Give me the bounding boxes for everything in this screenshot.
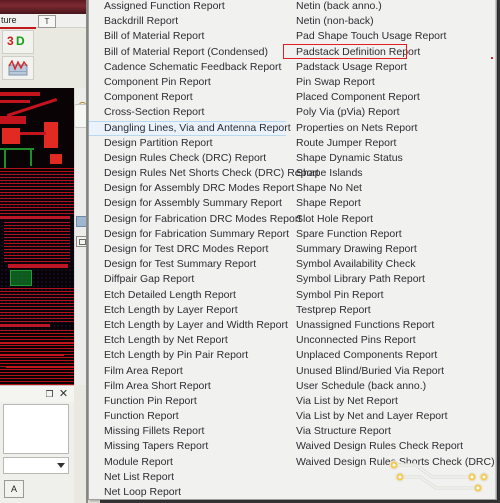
menu-item-properties-on-nets-report[interactable]: Properties on Nets Report <box>286 121 496 136</box>
toolbar-button-3d-view[interactable]: 3D <box>2 30 34 54</box>
waveform-icon <box>8 59 28 76</box>
menu-item-component-report[interactable]: Component Report <box>89 90 286 105</box>
toolbar: 3D <box>0 30 34 82</box>
menu-item-etch-length-by-pin-pair-report[interactable]: Etch Length by Pin Pair Report <box>89 348 286 363</box>
application-background: ture T 3D ❐ ✕ A <box>0 0 100 503</box>
screen: ture T 3D ❐ ✕ A Assigned Function Report… <box>0 0 500 503</box>
menu-item-testprep-report[interactable]: Testprep Report <box>286 303 496 318</box>
menu-item-missing-fillets-report[interactable]: Missing Fillets Report <box>89 424 286 439</box>
menu-item-design-for-assembly-drc-modes-report[interactable]: Design for Assembly DRC Modes Report <box>89 181 294 196</box>
menu-item-symbol-library-path-report[interactable]: Symbol Library Path Report <box>286 272 496 287</box>
menu-item-placed-component-report[interactable]: Placed Component Report <box>286 90 496 105</box>
menu-item-design-for-test-summary-report[interactable]: Design for Test Summary Report <box>89 257 286 272</box>
menu-item-symbol-pin-report[interactable]: Symbol Pin Report <box>286 288 496 303</box>
pcb-design-canvas[interactable] <box>0 88 76 385</box>
menu-item-function-report[interactable]: Function Report <box>89 409 286 424</box>
menu-item-cadence-schematic-feedback-report[interactable]: Cadence Schematic Feedback Report <box>89 60 286 75</box>
menu-item-design-for-test-drc-modes-report[interactable]: Design for Test DRC Modes Report <box>89 242 286 257</box>
menu-item-unconnected-pins-report[interactable]: Unconnected Pins Report <box>286 333 496 348</box>
scroll-marker <box>491 57 493 59</box>
menu-item-cross-section-report[interactable]: Cross-Section Report <box>89 105 286 120</box>
menu-item-via-list-by-net-report[interactable]: Via List by Net Report <box>286 394 496 409</box>
menu-item-spare-function-report[interactable]: Spare Function Report <box>286 227 496 242</box>
menu-item-via-list-by-net-and-layer-report[interactable]: Via List by Net and Layer Report <box>286 409 496 424</box>
menu-item-poly-via-pvia-report[interactable]: Poly Via (pVia) Report <box>286 105 496 120</box>
active-menu-underline <box>0 27 36 29</box>
menu-item-diffpair-gap-report[interactable]: Diffpair Gap Report <box>89 272 286 287</box>
menu-item-unassigned-functions-report[interactable]: Unassigned Functions Report <box>286 318 496 333</box>
command-console-panel: ❐ ✕ A <box>0 385 74 503</box>
menu-item-film-area-short-report[interactable]: Film Area Short Report <box>89 379 286 394</box>
menu-item-unused-blind-buried-via-report[interactable]: Unused Blind/Buried Via Report <box>286 364 496 379</box>
menu-bar-label[interactable]: ture <box>1 14 17 27</box>
console-command-combobox[interactable] <box>3 457 69 474</box>
menu-item-bill-of-material-report[interactable]: Bill of Material Report <box>89 29 286 44</box>
reports-popup-menu[interactable]: Assigned Function Report Backdrill Report… <box>88 0 500 500</box>
menu-item-pad-shape-touch-usage-report[interactable]: Pad Shape Touch Usage Report <box>286 29 496 44</box>
menu-item-etch-length-by-layer-and-width-report[interactable]: Etch Length by Layer and Width Report <box>89 318 288 333</box>
menu-item-etch-length-by-net-report[interactable]: Etch Length by Net Report <box>89 333 286 348</box>
menu-item-shape-report[interactable]: Shape Report <box>286 196 496 211</box>
menu-item-dangling-lines-via-and-antenna-report[interactable]: Dangling Lines, Via and Antenna Report <box>89 120 291 136</box>
menu-item-shape-islands[interactable]: Shape Islands <box>286 166 496 181</box>
menu-item-design-for-fabrication-summary-report[interactable]: Design for Fabrication Summary Report <box>89 227 289 242</box>
menu-item-backdrill-report[interactable]: Backdrill Report <box>89 14 286 29</box>
menu-item-net-loop-report[interactable]: Net Loop Report <box>89 485 286 500</box>
menu-item-padstack-usage-report[interactable]: Padstack Usage Report <box>286 60 496 75</box>
menu-item-missing-tapers-report[interactable]: Missing Tapers Report <box>89 439 286 454</box>
menu-item-netin-non-back[interactable]: Netin (non-back) <box>286 14 496 29</box>
menu-item-film-area-report[interactable]: Film Area Report <box>89 364 286 379</box>
menu-item-design-rules-check-drc-report[interactable]: Design Rules Check (DRC) Report <box>89 151 286 166</box>
menu-item-summary-drawing-report[interactable]: Summary Drawing Report <box>286 242 496 257</box>
menu-item-shape-no-net[interactable]: Shape No Net <box>286 181 496 196</box>
menu-item-netin-back-anno[interactable]: Netin (back anno.) <box>286 0 496 14</box>
toolbar-tab-button[interactable]: T <box>38 15 56 28</box>
reports-menu-right-column: Netin (back anno.) Netin (non-back) Pad Sh… <box>283 0 500 499</box>
menu-item-pin-swap-report[interactable]: Pin Swap Report <box>286 75 496 90</box>
pcb-traces <box>0 88 76 385</box>
menu-item-bill-of-material-report-condensed[interactable]: Bill of Material Report (Condensed) <box>89 45 286 60</box>
menu-item-waived-design-rules-check-report[interactable]: Waived Design Rules Check Report <box>286 439 496 454</box>
menu-item-shape-dynamic-status[interactable]: Shape Dynamic Status <box>286 151 496 166</box>
panel-float-button[interactable]: ❐ <box>44 389 55 400</box>
window-titlebar <box>0 0 100 14</box>
pcb-trace-vias-watermark <box>380 457 490 497</box>
3d-view-icon: 3D <box>7 34 25 48</box>
menu-item-etch-detailed-length-report[interactable]: Etch Detailed Length Report <box>89 288 286 303</box>
menu-item-net-list-report[interactable]: Net List Report <box>89 470 286 485</box>
console-output-area[interactable] <box>3 404 69 454</box>
menu-item-design-for-assembly-summary-report[interactable]: Design for Assembly Summary Report <box>89 196 286 211</box>
menu-item-slot-hole-report[interactable]: Slot Hole Report <box>286 212 496 227</box>
menu-item-function-pin-report[interactable]: Function Pin Report <box>89 394 286 409</box>
menu-item-user-schedule-back-anno[interactable]: User Schedule (back anno.) <box>286 379 496 394</box>
toolbar-button-waveform[interactable] <box>2 56 34 80</box>
menu-item-route-jumper-report[interactable]: Route Jumper Report <box>286 136 496 151</box>
menu-item-module-report[interactable]: Module Report <box>89 455 286 470</box>
menu-item-design-partition-report[interactable]: Design Partition Report <box>89 136 286 151</box>
menu-item-symbol-availability-check[interactable]: Symbol Availability Check <box>286 257 496 272</box>
chevron-down-icon[interactable] <box>57 463 65 468</box>
menu-item-padstack-definition-report[interactable]: Padstack Definition Report <box>283 44 496 60</box>
menu-item-via-structure-report[interactable]: Via Structure Report <box>286 424 496 439</box>
menu-item-design-for-fabrication-drc-modes-report[interactable]: Design for Fabrication DRC Modes Report <box>89 212 301 227</box>
menu-item-unplaced-components-report[interactable]: Unplaced Components Report <box>286 348 496 363</box>
menu-item-etch-length-by-layer-report[interactable]: Etch Length by Layer Report <box>89 303 286 318</box>
console-action-button[interactable]: A <box>4 480 24 498</box>
panel-close-button[interactable]: ✕ <box>58 389 69 400</box>
menu-right-border <box>495 0 496 499</box>
reports-menu-left-column: Assigned Function Report Backdrill Report… <box>89 0 319 500</box>
menu-item-component-pin-report[interactable]: Component Pin Report <box>89 75 286 90</box>
menu-item-design-rules-net-shorts-check-drc-report[interactable]: Design Rules Net Shorts Check (DRC) Repo… <box>89 166 319 181</box>
menu-item-assigned-function-report[interactable]: Assigned Function Report <box>89 0 286 14</box>
